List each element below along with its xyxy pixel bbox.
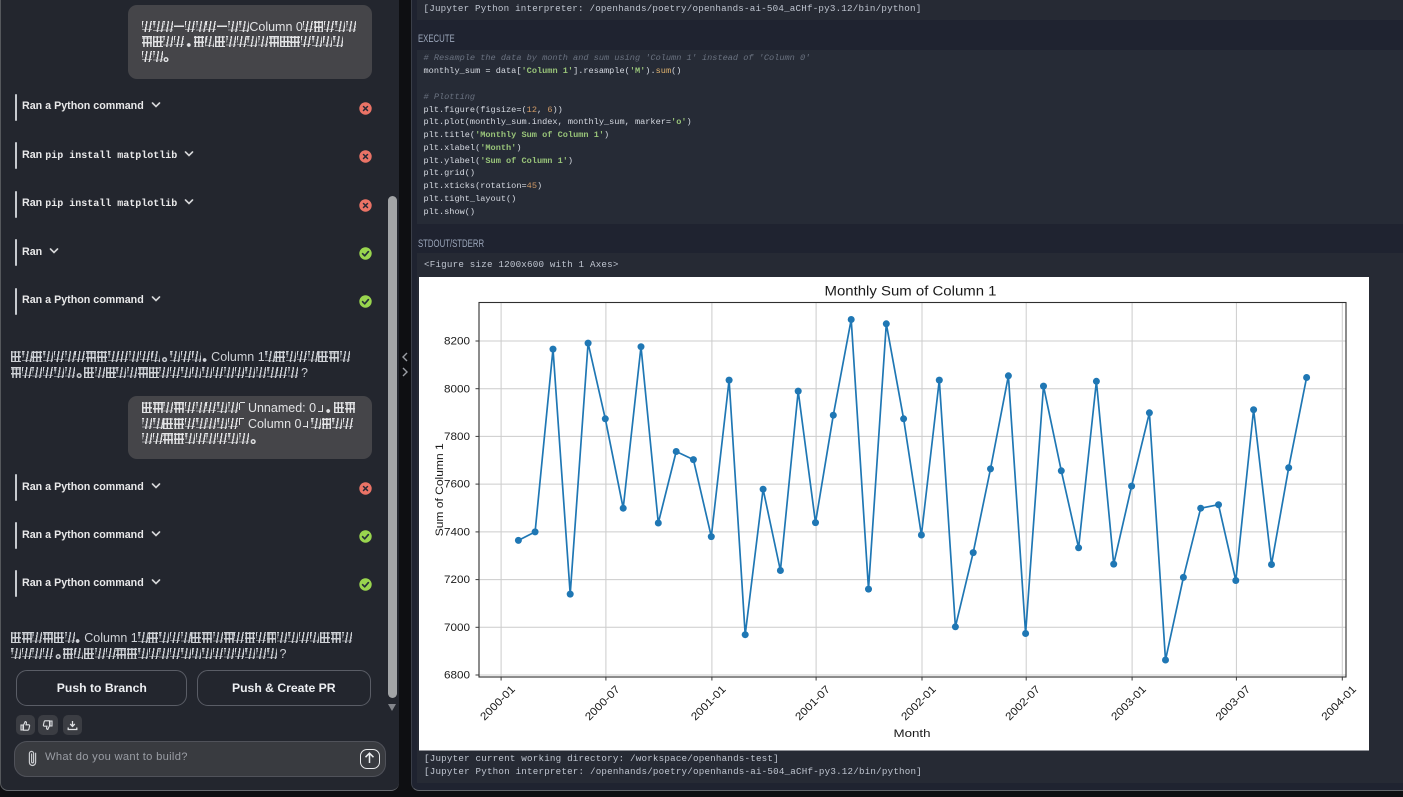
svg-text:7600: 7600 [444, 479, 470, 491]
svg-text:8000: 8000 [444, 383, 470, 395]
svg-text:8200: 8200 [444, 336, 470, 348]
svg-text:Sum of Column 1: Sum of Column 1 [434, 443, 446, 536]
svg-text:7200: 7200 [444, 574, 470, 586]
svg-text:6800: 6800 [444, 670, 470, 682]
svg-text:Month: Month [893, 728, 930, 740]
svg-text:Monthly Sum of Column 1: Monthly Sum of Column 1 [824, 284, 996, 299]
svg-text:7800: 7800 [444, 431, 470, 443]
svg-text:7000: 7000 [444, 622, 470, 634]
svg-text:7400: 7400 [444, 527, 470, 539]
